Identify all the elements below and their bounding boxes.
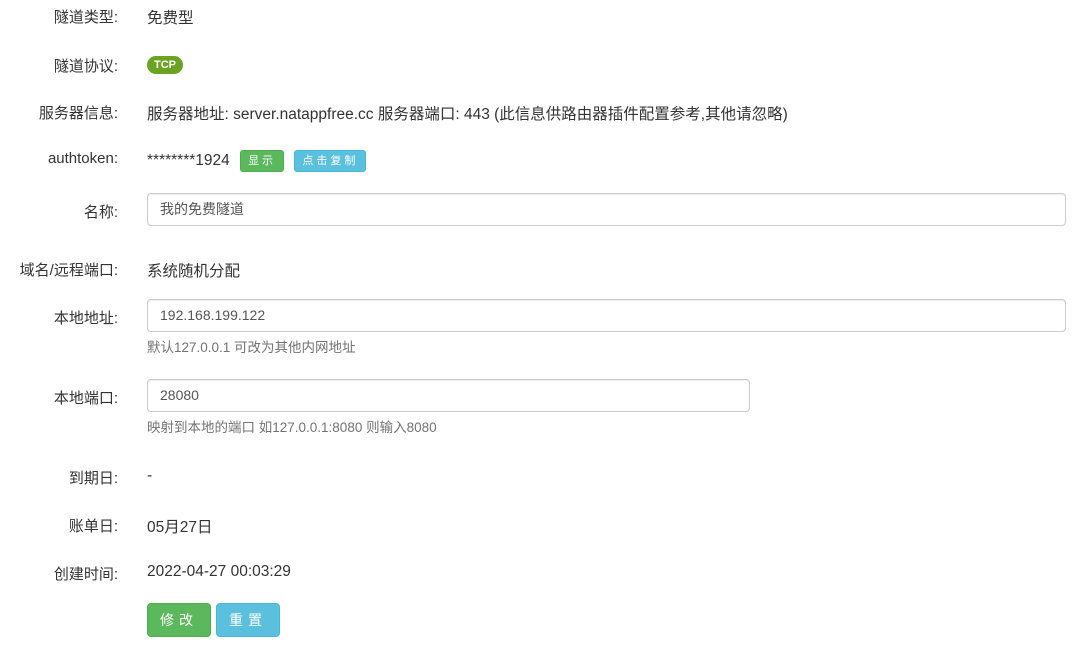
name-input[interactable]: 我的免费隧道	[147, 193, 1066, 226]
reset-button[interactable]: 重置	[216, 603, 280, 637]
server-info-value: 服务器地址: server.natappfree.cc 服务器端口: 443 (…	[147, 106, 788, 123]
protocol-badge: TCP	[147, 56, 183, 74]
tunnel-type-label: 隧道类型:	[53, 9, 118, 26]
modify-button[interactable]: 修改	[147, 603, 211, 637]
authtoken-value: ********1924	[147, 152, 230, 170]
server-info-label: 服务器信息:	[38, 105, 118, 122]
local-address-help: 默认127.0.0.1 可改为其他内网地址	[147, 340, 356, 355]
domain-port-label: 域名/远程端口:	[19, 262, 118, 279]
expiry-date-value: -	[147, 467, 153, 484]
billing-date-label: 账单日:	[68, 518, 118, 535]
created-time-label: 创建时间:	[53, 566, 118, 583]
expiry-date-label: 到期日:	[68, 470, 118, 487]
authtoken-label: authtoken:	[47, 150, 118, 167]
tunnel-type-value: 免费型	[147, 10, 194, 27]
tunnel-protocol-label: 隧道协议:	[53, 58, 118, 75]
authtoken-value-group: ********1924 显示 点击复制	[147, 150, 367, 172]
local-port-label: 本地端口:	[53, 390, 118, 407]
created-time-value: 2022-04-27 00:03:29	[147, 563, 291, 580]
billing-date-value: 05月27日	[147, 519, 213, 536]
copy-token-button[interactable]: 点击复制	[294, 150, 367, 172]
local-port-input[interactable]: 28080	[147, 379, 750, 412]
show-token-button[interactable]: 显示	[240, 150, 285, 172]
local-address-input[interactable]: 192.168.199.122	[147, 299, 1066, 332]
local-port-help: 映射到本地的端口 如127.0.0.1:8080 则输入8080	[147, 420, 437, 435]
local-address-label: 本地地址:	[53, 310, 118, 327]
domain-port-value: 系统随机分配	[147, 263, 241, 280]
name-label: 名称:	[83, 204, 118, 221]
